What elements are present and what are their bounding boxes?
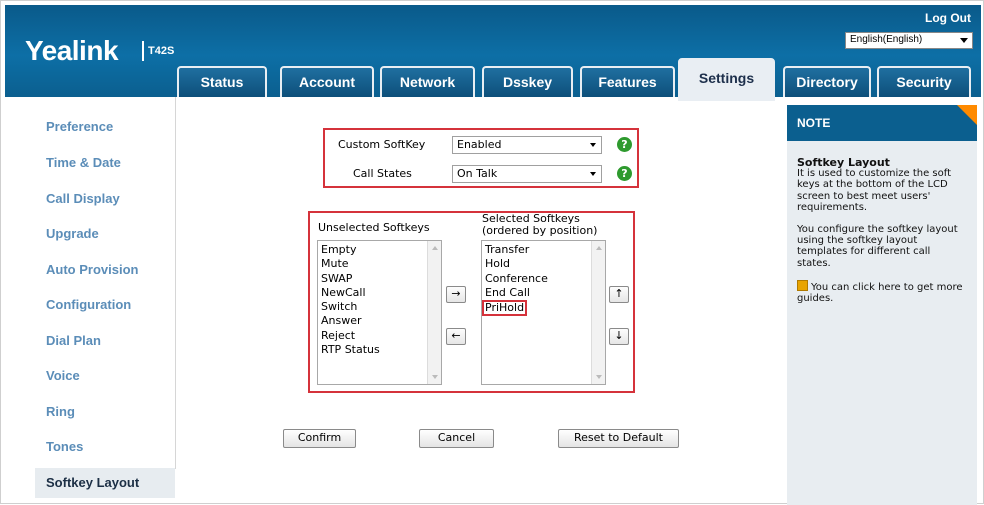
sidebar-item-time-date[interactable]: Time & Date <box>35 148 175 178</box>
cancel-button[interactable]: Cancel <box>419 429 494 448</box>
call-states-value: On Talk <box>457 167 498 180</box>
yealink-logo: Yealink <box>25 35 119 66</box>
list-item[interactable]: Mute <box>321 257 438 271</box>
language-value: English(English) <box>850 34 923 45</box>
list-item[interactable]: Hold <box>485 257 602 271</box>
selected-softkeys-label: Selected Softkeys (ordered by position) <box>482 213 597 237</box>
custom-softkey-value: Enabled <box>457 138 502 151</box>
tab-account[interactable]: Account <box>280 66 374 97</box>
move-down-button[interactable]: ↓ <box>609 328 629 345</box>
list-item[interactable]: Transfer <box>485 243 602 257</box>
scroll-down-icon <box>432 375 438 379</box>
move-right-button[interactable]: → <box>446 286 466 303</box>
sidebar-item-dial-plan[interactable]: Dial Plan <box>35 326 175 356</box>
help-icon[interactable]: ? <box>617 137 632 152</box>
help-icon[interactable]: ? <box>617 166 632 181</box>
unselected-softkeys-list[interactable]: Empty Mute SWAP NewCall Switch Answer Re… <box>317 240 442 385</box>
tab-features[interactable]: Features <box>580 66 675 97</box>
note-panel: Softkey Layout It is used to customize t… <box>787 141 977 505</box>
note-title: Softkey Layout <box>797 156 890 169</box>
chevron-down-icon <box>590 143 596 147</box>
sidebar-item-softkey-layout[interactable]: Softkey Layout <box>35 468 175 498</box>
sidebar-nav: Preference Time & Date Call Display Upgr… <box>35 107 175 505</box>
list-item[interactable]: Empty <box>321 243 438 257</box>
list-item[interactable]: Switch <box>321 300 438 314</box>
note-corner-decoration <box>957 105 977 125</box>
list-item[interactable]: SWAP <box>321 272 438 286</box>
guide-link[interactable]: You can click here to get more guides. <box>797 279 967 304</box>
browser-frame: Yealink T42S Log Out English(English) St… <box>0 0 984 505</box>
custom-softkey-select[interactable]: Enabled <box>452 136 602 154</box>
move-up-button[interactable]: ↑ <box>609 286 629 303</box>
sidebar-item-configuration[interactable]: Configuration <box>35 290 175 320</box>
scrollbar[interactable] <box>591 241 605 384</box>
logout-link[interactable]: Log Out <box>925 11 971 25</box>
tab-status[interactable]: Status <box>177 66 267 97</box>
list-item[interactable]: Reject <box>321 329 438 343</box>
scroll-up-icon <box>432 246 438 250</box>
list-item[interactable]: End Call <box>485 286 602 300</box>
call-states-select[interactable]: On Talk <box>452 165 602 183</box>
selected-softkeys-list[interactable]: Transfer Hold Conference End Call PriHol… <box>481 240 606 385</box>
content-divider <box>175 97 176 469</box>
scroll-down-icon <box>596 375 602 379</box>
scroll-up-icon <box>596 246 602 250</box>
note-header: NOTE <box>787 105 977 141</box>
selected-softkeys-subtitle: (ordered by position) <box>482 224 598 237</box>
note-paragraph: You configure the softkey layout using t… <box>797 224 958 269</box>
tab-settings[interactable]: Settings <box>678 58 775 101</box>
guide-text[interactable]: You can click here to get more guides. <box>797 282 963 304</box>
header-bar: Yealink T42S Log Out English(English) St… <box>5 5 981 101</box>
list-item-highlighted[interactable]: PriHold <box>482 300 528 317</box>
move-left-button[interactable]: ← <box>446 328 466 345</box>
confirm-button[interactable]: Confirm <box>283 429 356 448</box>
sidebar-item-call-display[interactable]: Call Display <box>35 184 175 214</box>
unselected-softkeys-label: Unselected Softkeys <box>318 221 430 234</box>
sidebar-item-ring[interactable]: Ring <box>35 397 175 427</box>
custom-softkey-label: Custom SoftKey <box>338 138 426 151</box>
language-select[interactable]: English(English) <box>845 32 973 49</box>
sidebar-item-preference[interactable]: Preference <box>35 112 175 142</box>
guide-book-icon <box>797 279 808 291</box>
note-heading: NOTE <box>797 116 831 130</box>
scrollbar[interactable] <box>427 241 441 384</box>
sidebar-item-voice[interactable]: Voice <box>35 361 175 391</box>
list-item[interactable]: NewCall <box>321 286 438 300</box>
tab-dsskey[interactable]: Dsskey <box>482 66 573 97</box>
sidebar-item-auto-provision[interactable]: Auto Provision <box>35 255 175 285</box>
logo-separator <box>142 41 144 61</box>
tab-network[interactable]: Network <box>380 66 475 97</box>
reset-to-default-button[interactable]: Reset to Default <box>558 429 679 448</box>
sidebar-item-upgrade[interactable]: Upgrade <box>35 219 175 249</box>
call-states-label: Call States <box>353 167 412 180</box>
list-item[interactable]: Answer <box>321 314 438 328</box>
list-item[interactable]: RTP Status <box>321 343 438 357</box>
tab-security[interactable]: Security <box>877 66 971 97</box>
list-item[interactable]: Conference <box>485 272 602 286</box>
tab-directory[interactable]: Directory <box>783 66 871 97</box>
chevron-down-icon <box>960 38 968 43</box>
model-label: T42S <box>148 45 175 57</box>
sidebar-item-tones[interactable]: Tones <box>35 432 175 462</box>
chevron-down-icon <box>590 172 596 176</box>
note-paragraph: It is used to customize the soft keys at… <box>797 168 952 213</box>
